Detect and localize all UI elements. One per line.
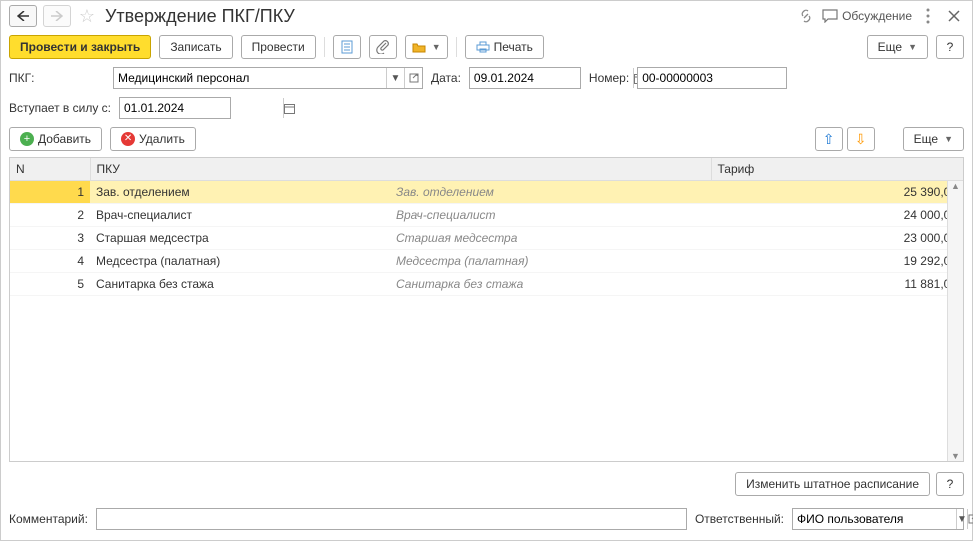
document-icon [341,40,353,54]
dropdown-button[interactable]: ▼ [956,509,967,529]
effective-date-field[interactable] [119,97,231,119]
cell-n: 5 [10,273,90,296]
table-row[interactable]: 1Зав. отделениемЗав. отделением25 390,00 [10,181,963,204]
move-up-button[interactable]: ⇧ [815,127,843,151]
arrow-left-icon [17,11,29,21]
more-menu-button[interactable]: Еще ▼ [867,35,928,59]
cell-desc: Медсестра (палатная) [390,250,727,273]
effective-label: Вступает в силу с: [9,101,111,115]
report-button[interactable] [333,35,361,59]
col-header-pku[interactable]: ПКУ [90,158,711,181]
table-row[interactable]: 2Врач-специалистВрач-специалист24 000,00 [10,204,963,227]
x-icon: ✕ [121,132,135,146]
calendar-icon [284,103,295,114]
cell-desc: Зав. отделением [390,181,727,204]
table-more-button[interactable]: Еще ▼ [903,127,964,151]
comment-input[interactable] [97,509,686,529]
create-based-on-button[interactable]: ▼ [405,35,448,59]
arrow-right-icon [51,11,63,21]
post-and-close-button[interactable]: Провести и закрыть [9,35,151,59]
chevron-down-icon: ▼ [908,42,917,52]
pkg-field[interactable]: ▼ [113,67,423,89]
date-label: Дата: [431,71,461,85]
help-button[interactable]: ? [936,35,964,59]
cell-n: 2 [10,204,90,227]
printer-icon [476,41,490,53]
nav-forward-button[interactable] [43,5,71,27]
cell-tarif: 25 390,00 [727,181,963,204]
number-field[interactable] [637,67,787,89]
paperclip-icon [376,40,390,54]
number-label: Номер: [589,71,629,85]
dropdown-button[interactable]: ▼ [386,68,404,88]
discussion-button[interactable]: Обсуждение [822,9,912,23]
vertical-scrollbar[interactable]: ▲ ▼ [947,181,963,461]
chevron-down-icon: ▼ [944,134,953,144]
delete-row-button[interactable]: ✕ Удалить [110,127,196,151]
link-icon[interactable] [796,6,816,26]
cell-desc: Старшая медсестра [390,227,727,250]
footer-help-button[interactable]: ? [936,472,964,496]
number-input[interactable] [638,68,801,88]
cell-desc: Врач-специалист [390,204,727,227]
write-button[interactable]: Записать [159,35,232,59]
attach-button[interactable] [369,35,397,59]
change-staff-schedule-button[interactable]: Изменить штатное расписание [735,472,930,496]
post-button[interactable]: Провести [241,35,316,59]
close-icon [948,10,960,22]
scroll-up-icon: ▲ [951,181,960,191]
open-ref-button[interactable] [404,68,422,88]
pkg-input[interactable] [114,68,386,88]
window-title: Утверждение ПКГ/ПКУ [105,6,295,27]
cell-pku: Врач-специалист [90,204,390,227]
arrow-up-icon: ⇧ [823,131,835,148]
cell-pku: Старшая медсестра [90,227,390,250]
open-ref-button[interactable] [967,509,973,529]
responsible-label: Ответственный: [695,512,784,526]
responsible-field[interactable]: ▼ [792,508,964,530]
favorite-star-icon[interactable]: ☆ [77,6,97,26]
plus-icon: + [20,132,34,146]
add-row-button[interactable]: + Добавить [9,127,102,151]
cell-n: 4 [10,250,90,273]
col-header-n[interactable]: N [10,158,90,181]
calendar-button[interactable] [283,98,295,118]
cell-tarif: 19 292,00 [727,250,963,273]
folder-icon [412,41,426,53]
cell-desc: Санитарка без стажа [390,273,727,296]
date-field[interactable] [469,67,581,89]
comment-field[interactable] [96,508,687,530]
kebab-menu-icon[interactable] [918,6,938,26]
arrow-down-icon: ⇩ [855,131,867,148]
discussion-label: Обсуждение [842,9,912,23]
pkg-label: ПКГ: [9,71,105,85]
open-icon [409,73,419,83]
table-row[interactable]: 4Медсестра (палатная)Медсестра (палатная… [10,250,963,273]
table-row[interactable]: 5Санитарка без стажаСанитарка без стажа1… [10,273,963,296]
table-row[interactable]: 3Старшая медсестраСтаршая медсестра23 00… [10,227,963,250]
cell-tarif: 11 881,00 [727,273,963,296]
comment-label: Комментарий: [9,512,88,526]
effective-input[interactable] [120,98,283,118]
chat-icon [822,9,838,23]
cell-pku: Санитарка без стажа [90,273,390,296]
cell-n: 1 [10,181,90,204]
scroll-down-icon: ▼ [951,451,960,461]
chevron-down-icon: ▼ [432,42,441,52]
nav-back-button[interactable] [9,5,37,27]
col-header-tarif[interactable]: Тариф [711,158,963,181]
cell-n: 3 [10,227,90,250]
responsible-input[interactable] [793,509,956,529]
cell-tarif: 24 000,00 [727,204,963,227]
open-icon [968,514,973,524]
cell-tarif: 23 000,00 [727,227,963,250]
cell-pku: Зав. отделением [90,181,390,204]
move-down-button[interactable]: ⇩ [847,127,875,151]
print-button[interactable]: Печать [465,35,544,59]
close-button[interactable] [944,6,964,26]
cell-pku: Медсестра (палатная) [90,250,390,273]
